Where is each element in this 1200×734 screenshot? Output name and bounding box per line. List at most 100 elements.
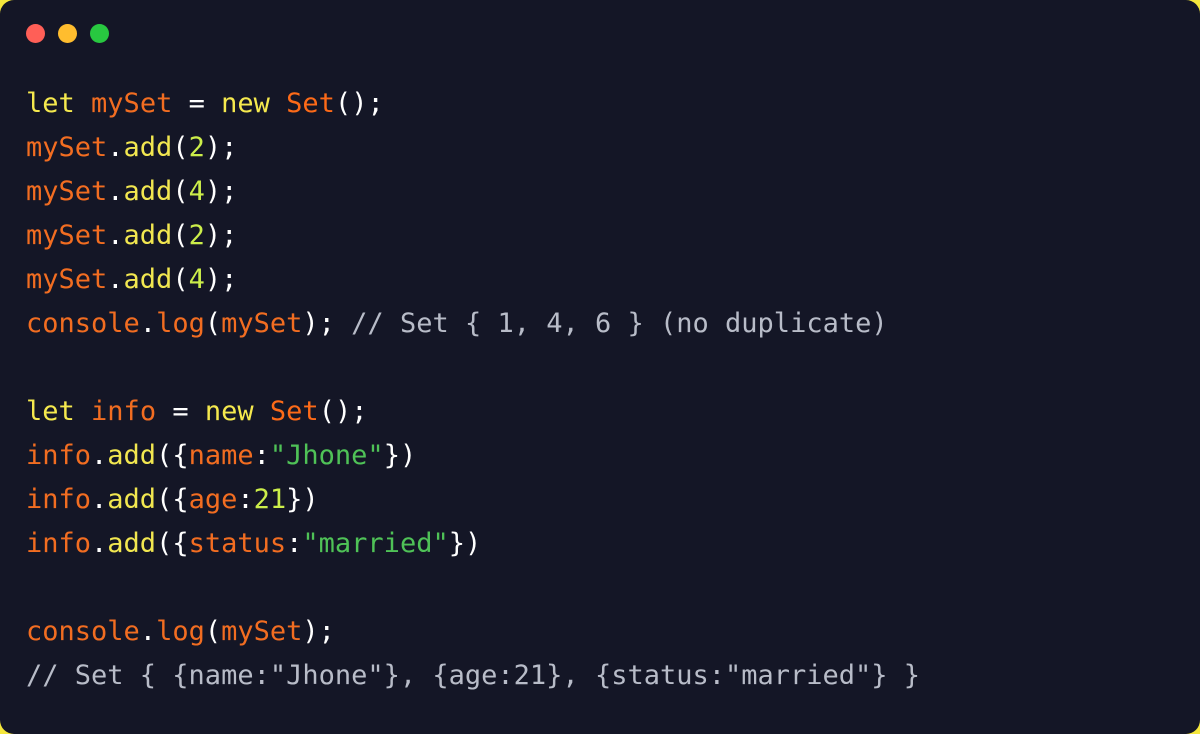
code-block[interactable]: let mySet = new Set(); mySet.add(2); mySet… [26,82,1200,698]
code-token-meth: add [123,132,173,163]
code-token-meth: add [123,264,173,295]
code-token-punc [75,88,91,119]
code-token-punc: = [188,88,205,119]
code-token-ident: log [156,616,205,647]
code-token-num: 4 [188,264,205,295]
code-token-punc: ); [302,616,335,647]
code-token-punc: ({ [156,440,189,471]
code-token-ident: info [26,440,92,471]
code-token-ident: mySet [221,308,303,339]
code-token-punc [156,396,172,427]
window-titlebar [26,24,109,43]
code-line: mySet.add(2); [26,126,1200,170]
code-token-ident: mySet [26,176,108,207]
code-token-punc: ( [204,616,222,647]
code-token-ident: mySet [26,132,108,163]
code-token-kw: new [221,88,270,119]
code-token-punc: ); [302,308,335,339]
code-token-punc: }) [286,484,319,515]
code-token-str: "married" [302,528,449,559]
code-token-punc: : [253,440,270,471]
code-token-punc: ( [172,132,189,163]
code-line: mySet.add(4); [26,170,1200,214]
code-token-meth: add [107,528,157,559]
code-token-kw: let [26,396,75,427]
code-token-punc: ({ [156,484,189,515]
code-token-punc: (); [318,396,368,427]
code-token-punc: ); [204,264,238,295]
code-token-prop: age [188,484,238,515]
code-token-punc: = [172,396,189,427]
code-token-ident: log [156,308,205,339]
code-token-meth: add [123,176,173,207]
code-token-num: 2 [188,132,205,163]
code-token-ident: mySet [221,616,303,647]
code-line: let info = new Set(); [26,390,1200,434]
code-token-num: 21 [253,484,287,515]
code-token-punc: (); [334,88,384,119]
close-button-icon[interactable] [26,24,45,43]
code-token-ident: info [91,396,157,427]
code-token-punc: . [107,264,124,295]
code-token-punc: . [107,176,124,207]
code-token-punc: : [237,484,254,515]
code-token-punc [335,308,351,339]
code-token-meth: add [107,440,157,471]
code-token-punc: ( [172,264,189,295]
code-line: info.add({age:21}) [26,478,1200,522]
code-token-punc: ); [204,176,238,207]
code-token-punc: : [286,528,303,559]
code-token-punc: . [91,528,108,559]
code-token-punc [172,88,188,119]
code-token-comment: // Set { {name:"Jhone"}, {age:21}, {stat… [26,660,921,691]
code-token-cls: Set [286,88,335,119]
code-token-ident: mySet [26,220,108,251]
code-token-ident: console [26,616,140,647]
code-token-ident: mySet [91,88,173,119]
code-line: let mySet = new Set(); [26,82,1200,126]
code-token-punc: ( [172,176,189,207]
code-token-punc [270,88,286,119]
code-token-num: 2 [188,220,205,251]
code-token-punc: ); [204,220,238,251]
minimize-button-icon[interactable] [58,24,77,43]
code-token-punc: }) [383,440,417,471]
code-token-punc: . [107,220,124,251]
code-token-punc: ); [204,132,238,163]
code-token-punc: ( [172,220,189,251]
code-token-kw: let [26,88,75,119]
code-token-ident: info [26,528,92,559]
code-token-punc: }) [448,528,482,559]
code-token-prop: status [188,528,287,559]
code-token-punc [75,396,91,427]
code-token-ident: info [26,484,92,515]
code-line: console.log(mySet); [26,610,1200,654]
code-token-punc [205,88,221,119]
code-line: console.log(mySet); // Set { 1, 4, 6 } (… [26,302,1200,346]
maximize-button-icon[interactable] [90,24,109,43]
code-window: let mySet = new Set(); mySet.add(2); mySet… [0,0,1200,734]
code-token-punc: . [91,484,108,515]
code-token-str: "Jhone" [269,440,384,471]
code-token-num: 4 [188,176,205,207]
code-line: info.add({status:"married"}) [26,522,1200,566]
code-token-punc [189,396,205,427]
code-token-meth: add [107,484,157,515]
code-token-punc: . [139,308,157,339]
code-token-meth: add [123,220,173,251]
code-token-ident: mySet [26,264,108,295]
code-token-punc: ( [204,308,222,339]
code-token-punc: . [91,440,108,471]
code-token-prop: name [188,440,254,471]
code-line: // Set { {name:"Jhone"}, {age:21}, {stat… [26,654,1200,698]
code-token-cls: Set [269,396,319,427]
code-token-kw: new [204,396,254,427]
code-token-punc [254,396,270,427]
code-token-punc: ({ [156,528,189,559]
code-token-ident: console [26,308,140,339]
code-token-comment: // Set { 1, 4, 6 } (no duplicate) [351,308,888,339]
code-token-punc: . [139,616,157,647]
code-token-punc: . [107,132,124,163]
